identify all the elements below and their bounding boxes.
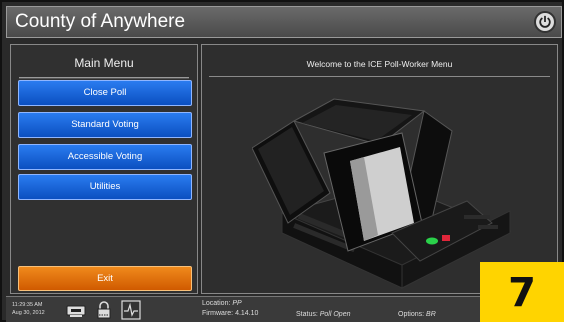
- location-value: PP: [232, 300, 242, 307]
- printer-icon: [66, 305, 86, 317]
- firmware-readout: Firmware: 4.14.10: [202, 310, 258, 317]
- status-value: Poll Open: [319, 311, 351, 318]
- location-label: Location:: [202, 300, 231, 307]
- clock: 11:29:35 AM Aug 30, 2012: [12, 301, 45, 317]
- firmware-label: Firmware:: [202, 310, 234, 317]
- step-number-badge: 7: [480, 262, 564, 322]
- status-label: Status:: [296, 311, 318, 318]
- accessible-voting-button[interactable]: Accessible Voting: [18, 144, 192, 170]
- options-readout: Options: BR: [398, 311, 436, 318]
- date-text: Aug 30, 2012: [12, 310, 45, 316]
- voting-machine-image: [252, 98, 512, 289]
- welcome-heading: Welcome to the ICE Poll-Worker Menu: [306, 59, 453, 69]
- status-readout: Status: Poll Open: [296, 311, 351, 318]
- content-panel: Welcome to the ICE Poll-Worker Menu: [201, 44, 558, 294]
- title-bar: County of Anywhere: [6, 6, 562, 38]
- main-menu-panel: Main Menu Close Poll Standard Voting Acc…: [10, 44, 198, 294]
- content-divider: [209, 76, 550, 77]
- close-poll-button[interactable]: Close Poll: [18, 80, 192, 106]
- app-title: County of Anywhere: [15, 11, 186, 32]
- lock-icon: [97, 301, 111, 319]
- standard-voting-button[interactable]: Standard Voting: [18, 112, 192, 138]
- utilities-button[interactable]: Utilities: [18, 174, 192, 200]
- firmware-value: 4.14.10: [235, 310, 259, 317]
- menu-title: Main Menu: [74, 56, 134, 70]
- exit-button[interactable]: Exit: [18, 266, 192, 291]
- options-value: BR: [426, 311, 436, 318]
- power-button[interactable]: [534, 11, 556, 33]
- menu-divider: [19, 77, 189, 79]
- power-icon: [539, 15, 551, 28]
- time-text: 11:29:35 AM: [12, 302, 43, 308]
- status-bar: 11:29:35 AM Aug 30, 2012 Location: PP Fi…: [6, 296, 562, 322]
- options-label: Options:: [398, 311, 425, 318]
- signal-icon: [121, 300, 141, 320]
- location-readout: Location: PP: [202, 300, 242, 307]
